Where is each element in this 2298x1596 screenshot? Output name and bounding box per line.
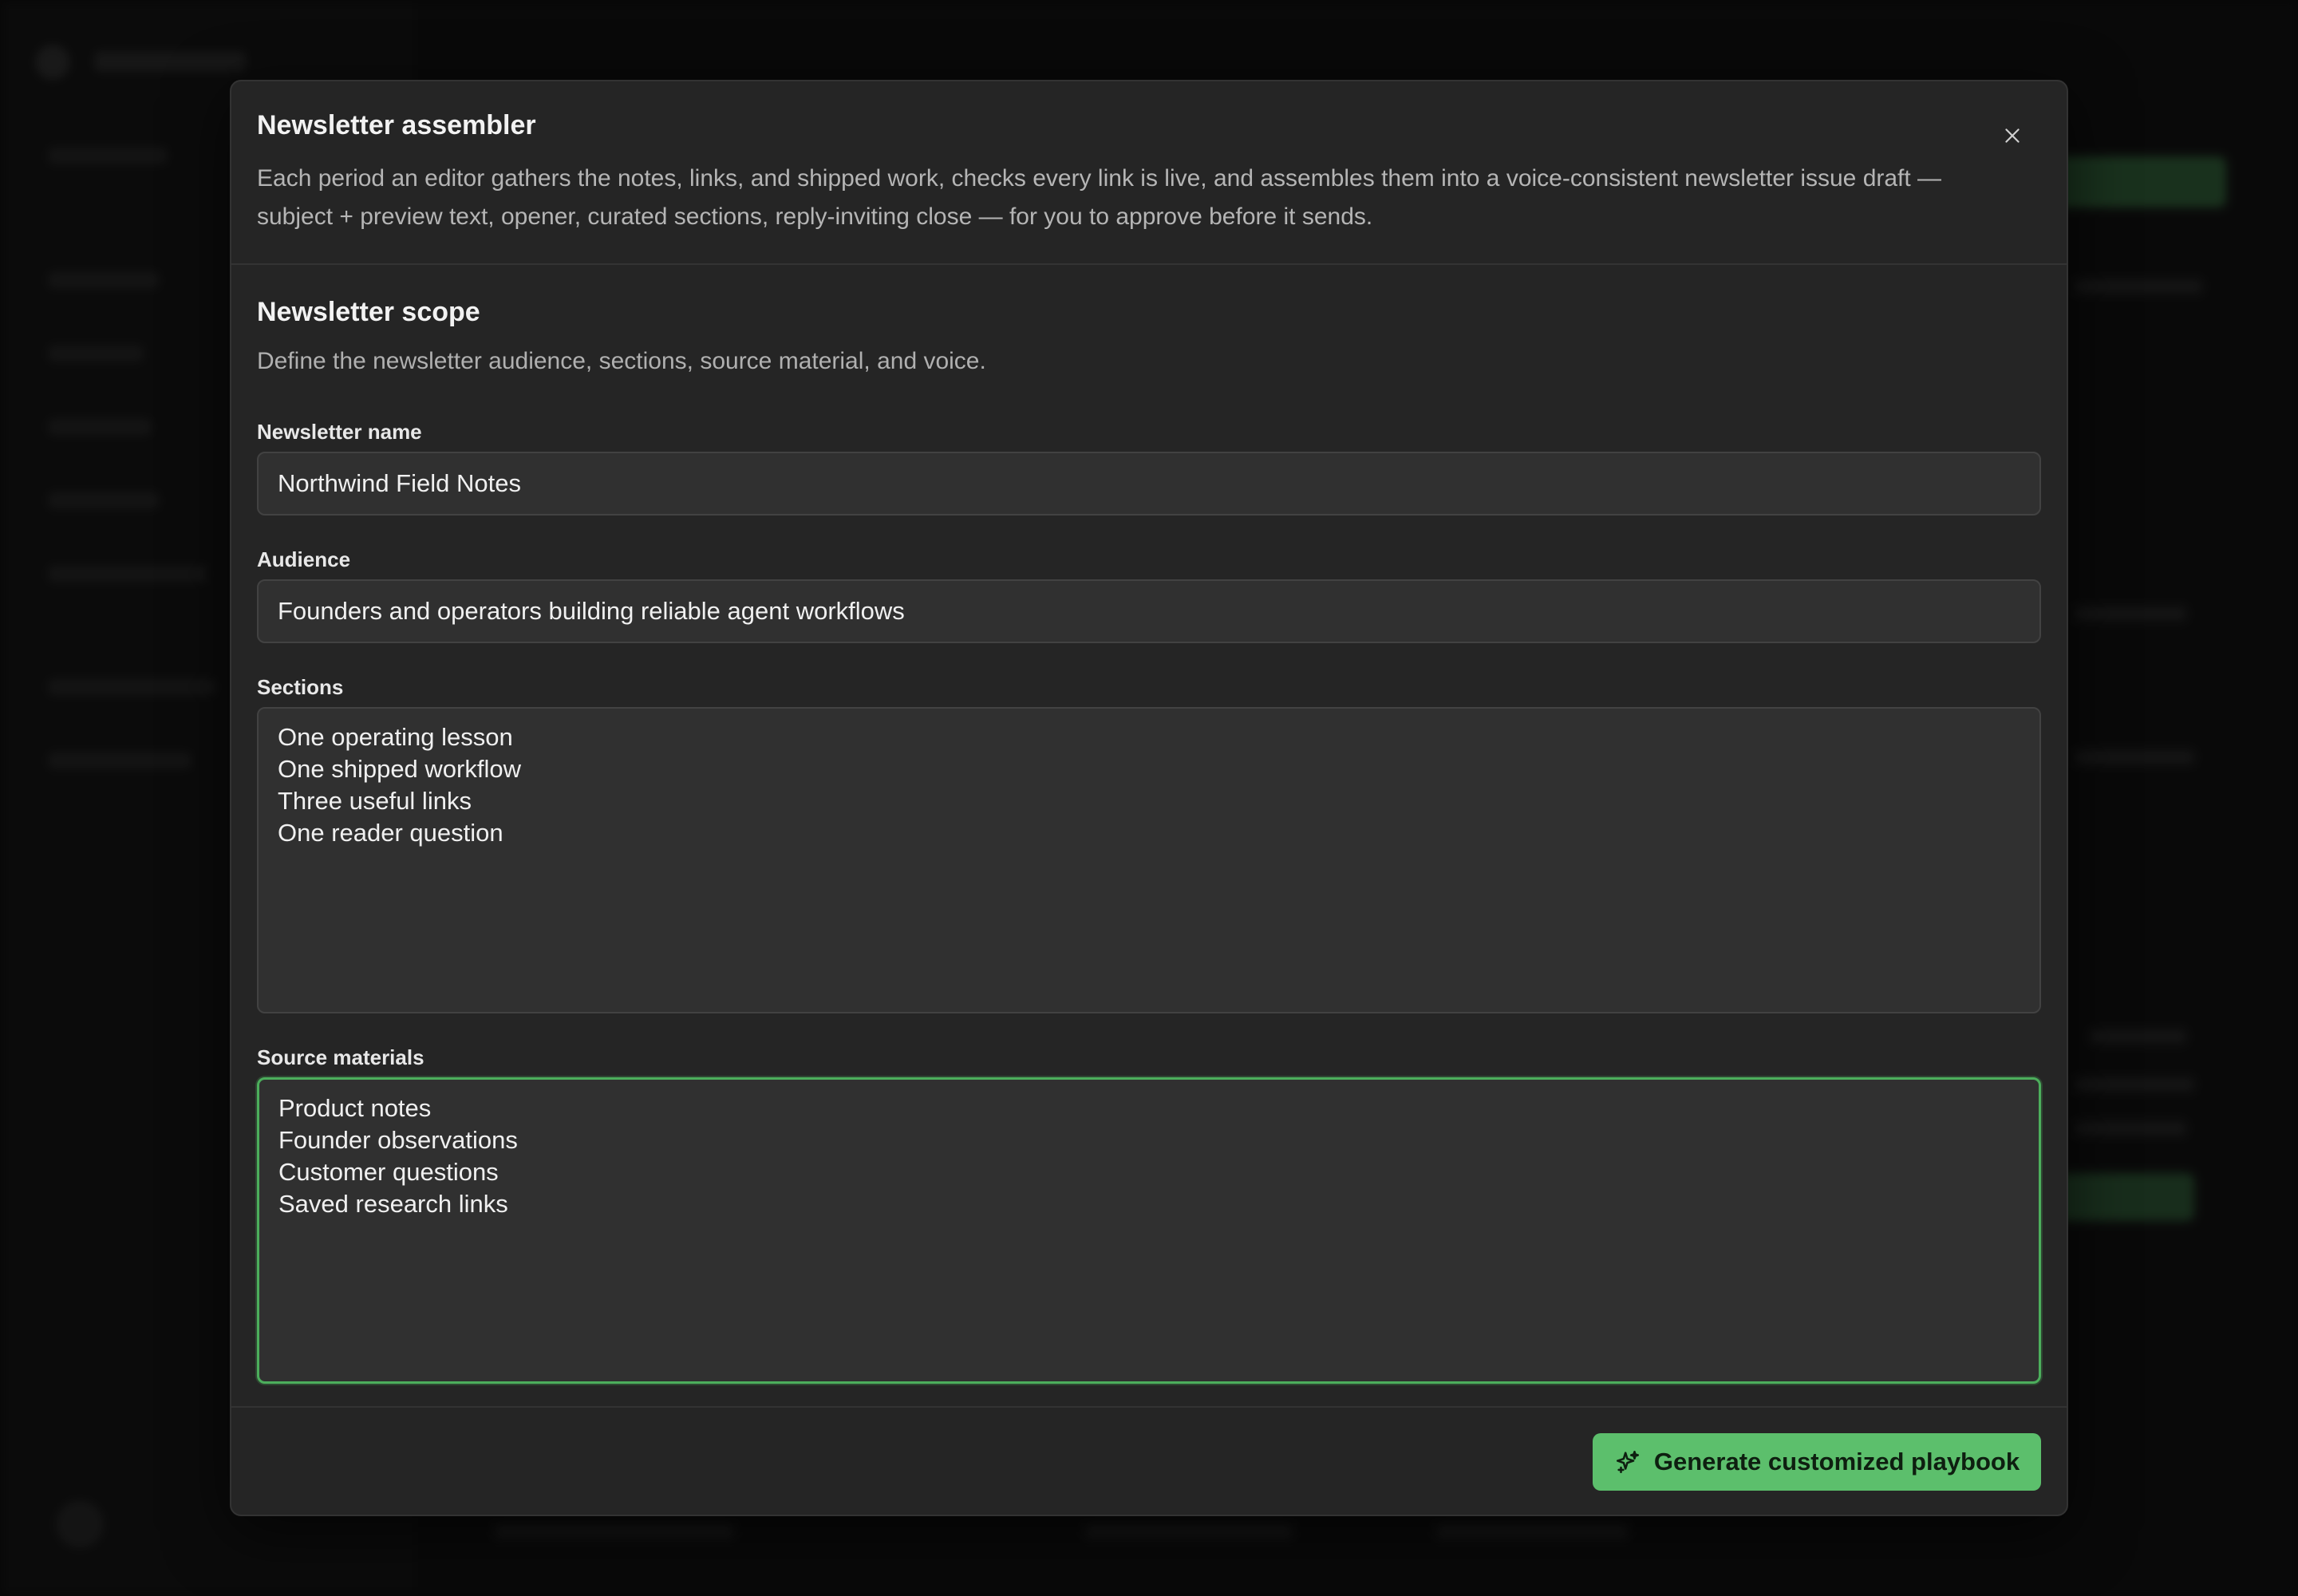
source-materials-label: Source materials — [257, 1045, 424, 1069]
sparkles-icon — [1616, 1450, 1639, 1474]
audience-label: Audience — [257, 547, 351, 571]
generate-button-label: Generate customized playbook — [1653, 1448, 2020, 1476]
newsletter-assembler-modal: Newsletter assembler Each period an edit… — [230, 80, 2068, 1516]
modal-footer: Generate customized playbook — [231, 1406, 2067, 1515]
modal-description: Each period an editor gathers the notes,… — [257, 165, 1942, 230]
audience-input[interactable] — [257, 579, 2041, 643]
generate-playbook-button[interactable]: Generate customized playbook — [1593, 1433, 2041, 1491]
close-button[interactable] — [1993, 117, 2031, 155]
sections-label: Sections — [257, 675, 344, 699]
source-materials-textarea[interactable]: Product notes Founder observations Custo… — [257, 1077, 2041, 1384]
newsletter-name-label: Newsletter name — [257, 420, 422, 444]
close-icon — [2005, 128, 2020, 143]
modal-title: Newsletter assembler — [257, 110, 536, 140]
newsletter-name-input[interactable] — [257, 452, 2041, 516]
sections-textarea[interactable]: One operating lesson One shipped workflo… — [257, 707, 2041, 1013]
scope-title: Newsletter scope — [257, 297, 480, 327]
scope-description: Define the newsletter audience, sections… — [257, 348, 986, 374]
modal-header: Newsletter assembler Each period an edit… — [231, 81, 2067, 265]
